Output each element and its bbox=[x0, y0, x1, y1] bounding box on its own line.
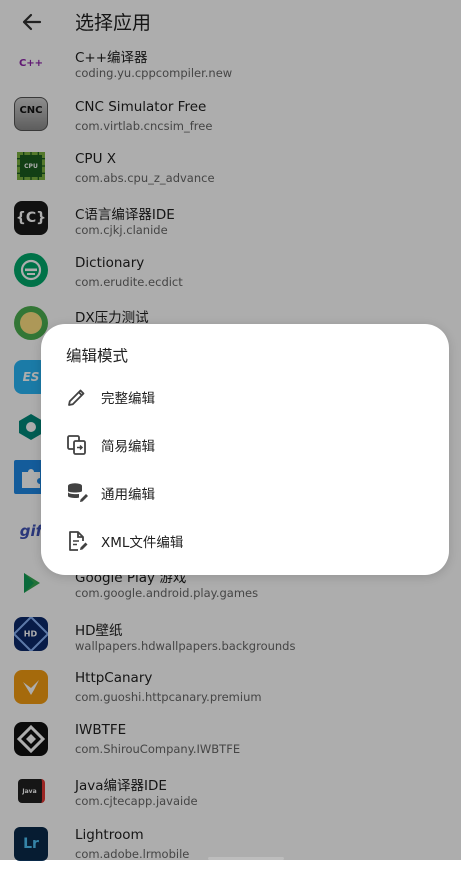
pencil-icon bbox=[68, 389, 85, 406]
option-full-edit[interactable]: 完整编辑 bbox=[41, 374, 449, 420]
file-edit-icon bbox=[69, 531, 88, 551]
option-generic-edit[interactable]: 通用编辑 bbox=[41, 470, 449, 516]
option-label: 完整编辑 bbox=[101, 391, 155, 407]
option-simple-edit[interactable]: 简易编辑 bbox=[41, 422, 449, 468]
option-label: 通用编辑 bbox=[101, 487, 155, 503]
database-edit-icon bbox=[68, 483, 88, 502]
option-label: 简易编辑 bbox=[101, 439, 155, 455]
option-label: XML文件编辑 bbox=[101, 535, 184, 551]
copy-edit-icon bbox=[67, 435, 86, 455]
dialog-title: 编辑模式 bbox=[66, 347, 129, 365]
edit-mode-dialog: 编辑模式 完整编辑 简易编辑 通用编辑 XML文件编辑 bbox=[41, 324, 449, 575]
option-xml-edit[interactable]: XML文件编辑 bbox=[41, 518, 449, 564]
